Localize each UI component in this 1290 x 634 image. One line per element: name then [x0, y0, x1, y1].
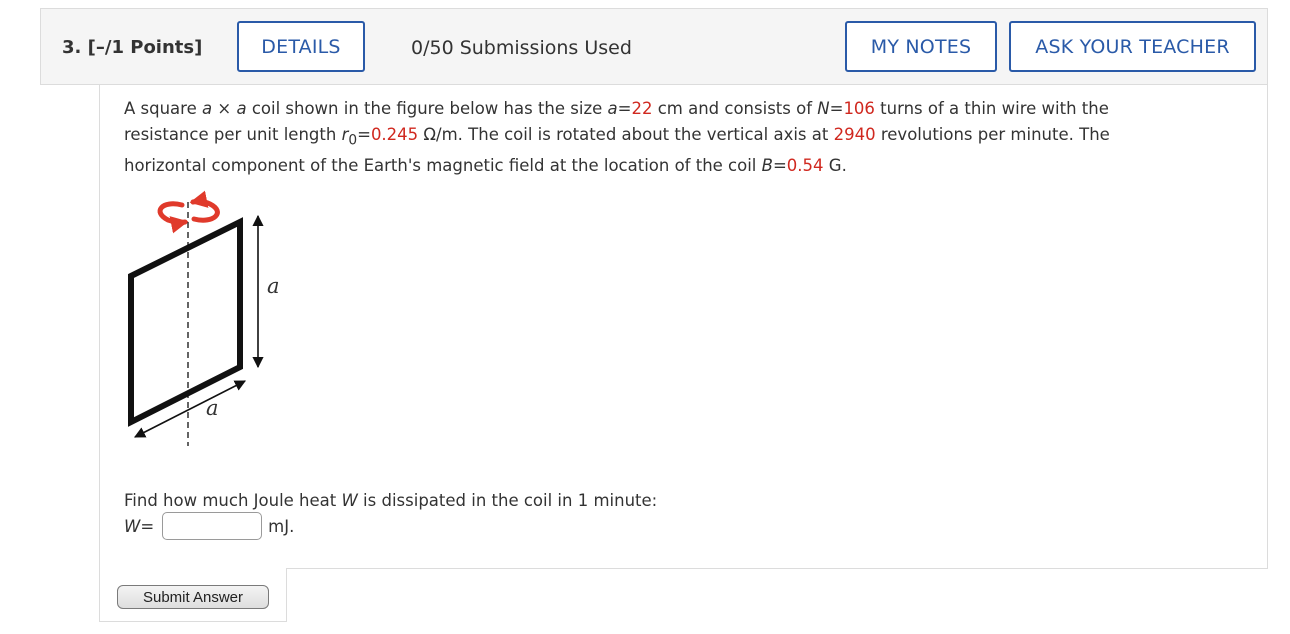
- problem-text: =: [617, 99, 632, 118]
- problem-text: =: [357, 125, 371, 144]
- problem-text: =: [772, 156, 787, 176]
- problem-text: cm and consists of: [652, 99, 818, 118]
- problem-statement: A square a × a coil shown in the figure …: [124, 96, 1164, 179]
- rpm-value: 2940: [833, 125, 876, 144]
- size-value: 22: [631, 99, 653, 118]
- ask-your-teacher-button[interactable]: ASK YOUR TEACHER: [1009, 21, 1256, 72]
- problem-text: =: [829, 99, 844, 118]
- prompt-text: Find how much Joule heat: [124, 491, 342, 510]
- my-notes-button[interactable]: MY NOTES: [845, 21, 997, 72]
- submissions-used: 0/50 Submissions Used: [411, 37, 632, 59]
- prompt-text: is dissipated in the coil in 1 minute:: [357, 491, 658, 510]
- question-number: 3.: [62, 37, 82, 58]
- question-header: 3. [–/1 Points] DETAILS 0/50 Submissions…: [40, 8, 1268, 85]
- problem-text: A square: [124, 99, 202, 118]
- submit-area: Submit Answer: [99, 568, 287, 622]
- coil-figure: a a: [128, 190, 280, 446]
- submit-answer-button[interactable]: Submit Answer: [117, 585, 269, 609]
- resistance-value: 0.245: [370, 125, 419, 144]
- label-horizontal-a: a: [206, 396, 219, 420]
- problem-text: G.: [823, 156, 847, 176]
- answer-row: W = mJ.: [124, 512, 294, 540]
- var-a: a: [607, 99, 618, 118]
- turns-value: 106: [843, 99, 875, 118]
- problem-text: coil shown in the figure below has the s…: [246, 99, 608, 118]
- answer-input[interactable]: [162, 512, 263, 540]
- var-n: N: [817, 99, 830, 118]
- problem-text: Ω/m. The coil is rotated about the verti…: [418, 125, 834, 144]
- answer-var-label: W: [124, 516, 141, 536]
- question-body: A square a × a coil shown in the figure …: [99, 85, 1268, 569]
- answer-unit: mJ.: [268, 516, 295, 536]
- answer-equals: =: [140, 516, 155, 536]
- label-vertical-a: a: [267, 274, 280, 298]
- points-label: [–/1 Points]: [87, 37, 203, 58]
- question-prompt: Find how much Joule heat W is dissipated…: [124, 488, 657, 514]
- rotation-arrow-icon: [189, 190, 220, 223]
- field-value: 0.54: [786, 156, 824, 176]
- rotation-arrow-icon: [157, 201, 189, 234]
- var-w: W: [341, 491, 358, 510]
- var-b: B: [761, 156, 773, 176]
- question-points: 3. [–/1 Points]: [62, 37, 202, 58]
- var-a: a: [236, 99, 247, 118]
- details-button[interactable]: DETAILS: [237, 21, 365, 72]
- problem-text: ×: [212, 99, 237, 118]
- var-a: a: [202, 99, 213, 118]
- var-r-subscript: 0: [348, 132, 358, 149]
